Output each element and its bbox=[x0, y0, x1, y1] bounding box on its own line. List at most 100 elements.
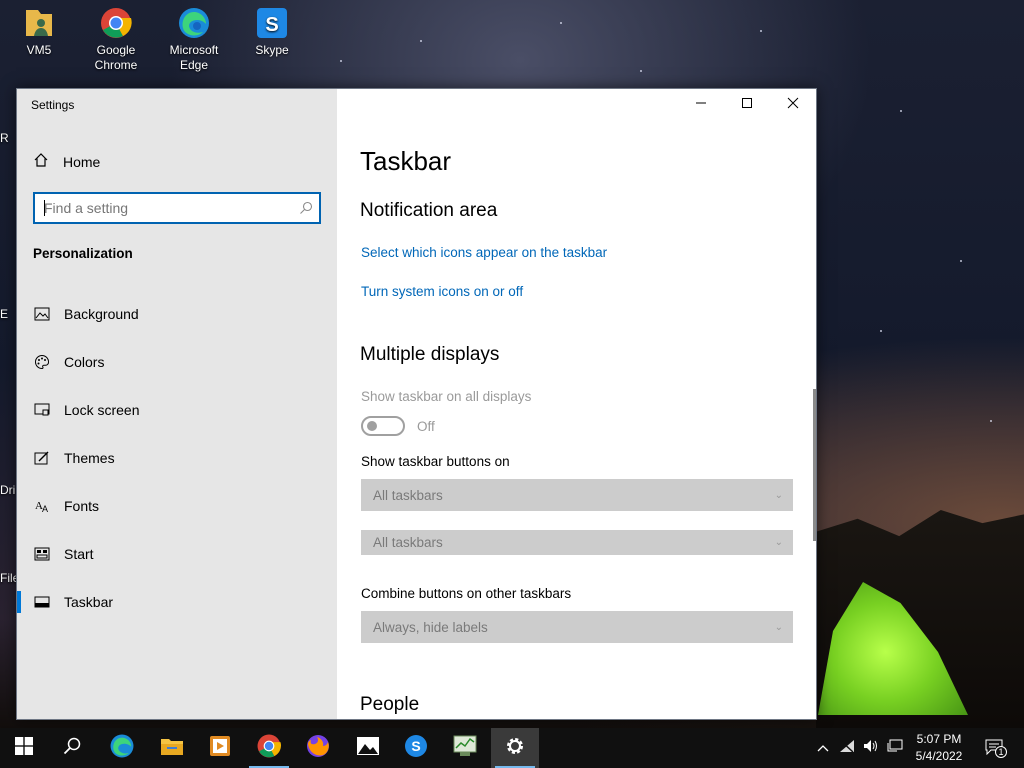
folder-icon bbox=[160, 736, 184, 761]
tray-volume-button[interactable] bbox=[860, 728, 882, 768]
home-label: Home bbox=[63, 154, 101, 170]
sidebar-item-label: Lock screen bbox=[64, 402, 140, 418]
chevron-up-icon bbox=[817, 739, 829, 757]
sidebar-item-themes[interactable]: Themes bbox=[17, 438, 337, 478]
display-icon bbox=[887, 739, 903, 758]
sidebar-item-fonts[interactable]: AA Fonts bbox=[17, 486, 337, 526]
task-manager-icon bbox=[453, 735, 477, 762]
star bbox=[760, 30, 762, 32]
action-center-button[interactable]: 1 bbox=[980, 728, 1010, 768]
tray-display-button[interactable] bbox=[884, 728, 906, 768]
multiple-displays-heading: Multiple displays bbox=[360, 344, 500, 365]
chevron-down-icon: ⌄ bbox=[774, 489, 783, 501]
tray-network-button[interactable] bbox=[836, 728, 858, 768]
sidebar-item-background[interactable]: Background bbox=[17, 294, 337, 334]
content-scrollbar[interactable] bbox=[813, 389, 816, 541]
volume-icon bbox=[863, 739, 879, 758]
taskbar-file-explorer[interactable] bbox=[148, 728, 196, 768]
toggle-state-label: Off bbox=[417, 419, 435, 434]
close-button[interactable] bbox=[770, 89, 816, 121]
palette-icon bbox=[33, 353, 51, 371]
desktop-icon-label: Skype bbox=[255, 43, 289, 57]
taskbar-chrome[interactable] bbox=[245, 728, 293, 768]
search-icon bbox=[63, 737, 81, 760]
taskbar-buttons-on-dropdown-list[interactable]: All taskbars ⌄ bbox=[361, 530, 793, 555]
start-button[interactable] bbox=[0, 728, 48, 768]
desktop-partial-label: Dri bbox=[0, 483, 16, 497]
taskbar-photos[interactable] bbox=[344, 728, 392, 768]
people-heading: People bbox=[360, 694, 420, 715]
desktop-icon-chrome[interactable]: Google Chrome bbox=[78, 6, 154, 73]
sidebar-item-label: Colors bbox=[64, 354, 105, 370]
sidebar-item-start[interactable]: Start bbox=[17, 534, 337, 574]
desktop-icon-vm5[interactable]: VM5 bbox=[1, 6, 77, 58]
maximize-button[interactable] bbox=[724, 89, 770, 121]
tray-show-hidden-button[interactable] bbox=[812, 728, 834, 768]
desktop-icon-edge[interactable]: Microsoft Edge bbox=[156, 6, 232, 73]
minimize-icon bbox=[695, 96, 707, 114]
sidebar-item-colors[interactable]: Colors bbox=[17, 342, 337, 382]
taskbar-buttons-on-label: Show taskbar buttons on bbox=[361, 454, 510, 469]
network-icon bbox=[839, 739, 855, 758]
show-taskbar-all-displays-label: Show taskbar on all displays bbox=[361, 389, 532, 404]
dropdown-value: All taskbars bbox=[373, 487, 443, 503]
search-icon bbox=[293, 201, 319, 215]
select-icons-link[interactable]: Select which icons appear on the taskbar bbox=[361, 245, 607, 260]
star bbox=[960, 260, 962, 262]
home-icon bbox=[33, 152, 49, 173]
edge-icon bbox=[109, 733, 135, 764]
sidebar-item-label: Fonts bbox=[64, 498, 100, 514]
svg-text:S: S bbox=[411, 738, 420, 754]
sidebar-item-label: Background bbox=[64, 306, 139, 322]
taskbar-media-player[interactable] bbox=[196, 728, 244, 768]
sidebar-item-label: Themes bbox=[64, 450, 115, 466]
home-nav-item[interactable]: Home bbox=[33, 152, 100, 172]
dropdown-value: All taskbars bbox=[373, 535, 443, 550]
star bbox=[900, 110, 902, 112]
clock-date: 5/4/2022 bbox=[915, 749, 963, 763]
sidebar-item-label: Taskbar bbox=[64, 594, 114, 610]
show-all-displays-toggle[interactable] bbox=[361, 416, 405, 436]
taskbar-task-manager[interactable] bbox=[441, 728, 489, 768]
taskbar-firefox[interactable] bbox=[294, 728, 342, 768]
taskbar-settings[interactable] bbox=[491, 728, 539, 768]
text-caret bbox=[44, 200, 45, 216]
minimize-button[interactable] bbox=[678, 89, 724, 121]
taskbar-icon bbox=[33, 593, 51, 611]
skype-icon: S bbox=[255, 6, 289, 40]
desktop-partial-label: E bbox=[0, 307, 9, 321]
search-box[interactable] bbox=[33, 192, 321, 224]
page-title: Taskbar bbox=[360, 146, 452, 176]
sidebar-item-taskbar[interactable]: Taskbar bbox=[17, 582, 337, 622]
settings-content: Taskbar Notification area Select which i… bbox=[337, 89, 816, 719]
chevron-down-icon: ⌄ bbox=[774, 537, 783, 548]
clock-time: 5:07 PM bbox=[916, 732, 962, 746]
chrome-icon bbox=[256, 733, 282, 764]
media-player-icon bbox=[209, 735, 231, 762]
desktop-icon-label: Google Chrome bbox=[94, 43, 138, 72]
themes-icon bbox=[33, 449, 51, 467]
notification-area-heading: Notification area bbox=[360, 200, 498, 221]
search-button[interactable] bbox=[48, 728, 96, 768]
gear-icon bbox=[504, 735, 526, 762]
taskbar-skype[interactable]: S bbox=[392, 728, 440, 768]
svg-text:A: A bbox=[42, 504, 48, 514]
star bbox=[560, 22, 562, 24]
system-icons-link[interactable]: Turn system icons on or off bbox=[361, 284, 523, 299]
sidebar-item-lock-screen[interactable]: Lock screen bbox=[17, 390, 337, 430]
search-input[interactable] bbox=[35, 194, 293, 222]
fonts-icon: AA bbox=[33, 497, 51, 515]
firefox-icon bbox=[305, 733, 331, 764]
star bbox=[880, 330, 882, 332]
taskbar-buttons-on-dropdown[interactable]: All taskbars ⌄ bbox=[361, 479, 793, 511]
star bbox=[420, 40, 422, 42]
desktop-partial-label: R bbox=[0, 131, 9, 145]
desktop-icon-label: VM5 bbox=[26, 43, 52, 57]
taskbar-edge[interactable] bbox=[98, 728, 146, 768]
star bbox=[990, 420, 992, 422]
windows-logo-icon bbox=[15, 736, 33, 760]
taskbar-clock[interactable]: 5:07 PM 5/4/2022 bbox=[908, 731, 970, 765]
desktop-icon-skype[interactable]: S Skype bbox=[234, 6, 310, 58]
photos-icon bbox=[356, 736, 380, 761]
combine-buttons-dropdown[interactable]: Always, hide labels ⌄ bbox=[361, 611, 793, 643]
